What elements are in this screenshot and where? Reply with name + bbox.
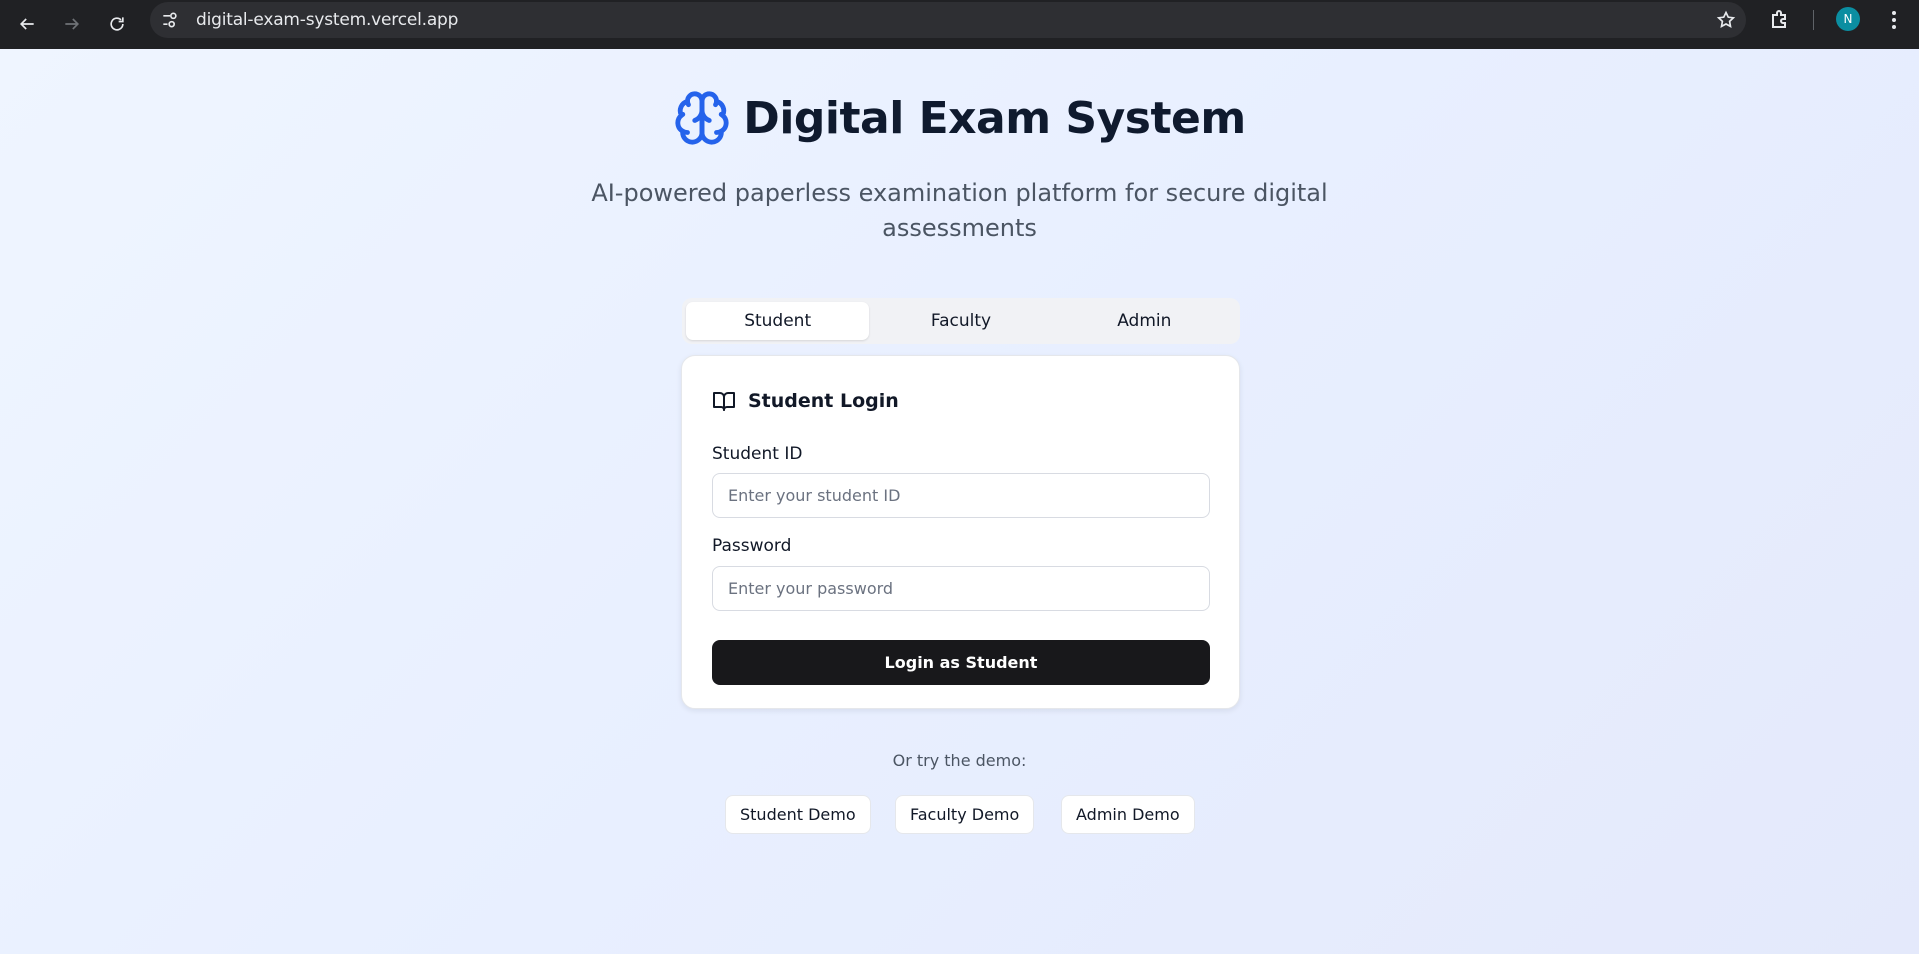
address-bar[interactable]: digital-exam-system.vercel.app: [150, 2, 1746, 38]
site-settings-icon[interactable]: [160, 10, 180, 30]
hero-section: Digital Exam System AI-powered paperless…: [0, 89, 1919, 246]
extensions-icon[interactable]: [1768, 8, 1792, 32]
brand: Digital Exam System: [673, 89, 1246, 147]
arrow-left-icon: [19, 18, 34, 30]
browser-toolbar: digital-exam-system.vercel.app N: [0, 0, 1919, 49]
page-content: Digital Exam System AI-powered paperless…: [0, 49, 1919, 954]
tab-admin[interactable]: Admin: [1053, 302, 1236, 340]
admin-demo-button[interactable]: Admin Demo: [1061, 795, 1195, 834]
more-vert-icon[interactable]: [1884, 8, 1904, 32]
role-tabs: Student Faculty Admin: [682, 298, 1240, 344]
login-button[interactable]: Login as Student: [712, 640, 1210, 685]
student-id-input[interactable]: [712, 473, 1210, 518]
card-title: Student Login: [748, 390, 899, 412]
tab-student[interactable]: Student: [686, 302, 870, 340]
page-title: Digital Exam System: [743, 92, 1246, 144]
brain-icon: [675, 91, 729, 145]
password-input[interactable]: [712, 566, 1210, 611]
arrow-right-icon: [65, 18, 80, 30]
faculty-demo-button[interactable]: Faculty Demo: [895, 795, 1035, 834]
reload-icon: [110, 17, 124, 31]
login-card: Student Login Student ID Password Login …: [681, 355, 1240, 709]
url-text: digital-exam-system.vercel.app: [196, 10, 459, 30]
toolbar-divider: [1813, 10, 1814, 30]
back-button[interactable]: [9, 6, 45, 42]
password-label: Password: [712, 536, 792, 556]
bookmark-star-icon[interactable]: [1716, 10, 1736, 30]
book-open-icon: [713, 392, 735, 411]
card-header: Student Login: [712, 389, 899, 413]
tab-faculty[interactable]: Faculty: [869, 302, 1052, 340]
forward-button[interactable]: [54, 6, 90, 42]
demo-prompt: Or try the demo:: [892, 751, 1027, 770]
student-demo-button[interactable]: Student Demo: [725, 795, 871, 834]
profile-avatar[interactable]: N: [1836, 7, 1860, 31]
reload-button[interactable]: [99, 6, 135, 42]
page-subtitle: AI-powered paperless examination platfor…: [591, 179, 1328, 242]
student-id-label: Student ID: [712, 444, 803, 464]
